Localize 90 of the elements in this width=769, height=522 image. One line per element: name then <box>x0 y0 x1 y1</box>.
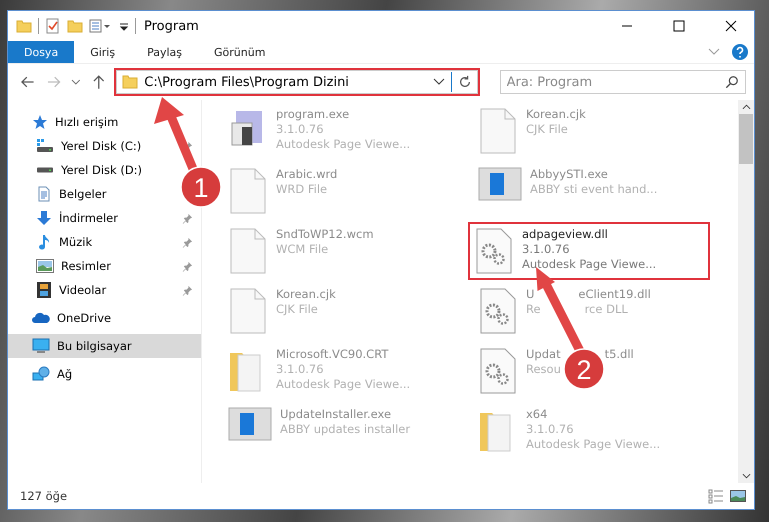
file-name: AbbyySTI.exe <box>530 167 609 182</box>
file-detail: WRD File <box>276 182 328 197</box>
scrollbar-thumb[interactable] <box>739 114 753 164</box>
sidebar-item[interactable]: Yerel Disk (D:) <box>8 158 158 182</box>
help-icon[interactable] <box>732 44 748 60</box>
file-name: UpdateInstaller.exe <box>280 407 392 422</box>
chevron-icon[interactable] <box>708 48 720 56</box>
file-item[interactable]: adpageview.dll 3.1.0.76 Autodesk Page Viewe... <box>470 224 708 278</box>
sidebar-item[interactable]: Belgeler <box>8 182 122 206</box>
sidebar-item[interactable]: Videolar <box>8 278 201 302</box>
blank-file-icon <box>478 107 518 155</box>
file-name: program.exe <box>276 107 350 122</box>
file-detail: Autodesk Page Viewe... <box>526 437 660 452</box>
file-detail: ABBY sti event hand... <box>530 182 658 197</box>
computer-icon <box>32 338 50 354</box>
file-name: SndToWP12.wcm <box>276 227 374 242</box>
drive-icon <box>36 167 54 173</box>
blank-file-icon <box>228 167 268 215</box>
file-detail: WCM File <box>276 242 330 257</box>
ribbon-tab[interactable]: Paylaş <box>131 41 198 63</box>
file-detail: 3.1.0.76 <box>522 242 571 257</box>
window-title: Program <box>143 18 199 34</box>
file-name: adpageview.dll <box>522 227 609 242</box>
back-arrow-icon[interactable] <box>20 74 36 90</box>
address-path: C:\Program Files\Program Dizini <box>144 74 349 90</box>
file-name: U <box>526 287 534 302</box>
file-detail: rce DLL <box>584 302 628 317</box>
refresh-icon[interactable] <box>458 75 472 89</box>
file-name: x64 <box>526 407 548 422</box>
file-detail: Re <box>526 302 541 317</box>
drive-icon <box>36 138 54 154</box>
file-detail: 3.1.0.76 <box>276 122 325 137</box>
file-name: Korean.cjk <box>276 287 336 302</box>
file-detail: Autodesk Page Viewe... <box>522 257 656 272</box>
scroll-down-icon[interactable] <box>742 473 750 479</box>
search-icon <box>725 75 740 89</box>
file-name: eClient19.dll <box>578 287 651 302</box>
blank-file-icon <box>228 287 268 335</box>
file-detail: 3.1.0.76 <box>276 362 325 377</box>
network-icon <box>32 366 50 382</box>
file-name: Updat <box>526 347 561 362</box>
details-view-icon[interactable] <box>708 488 724 504</box>
file-name: Arabic.wrd <box>276 167 338 182</box>
address-bar[interactable]: C:\Program Files\Program Dizini <box>116 70 478 94</box>
ribbon-tab[interactable]: Dosya <box>8 41 74 63</box>
blank-file-icon <box>228 227 268 275</box>
file-detail: 3.1.0.76 <box>526 422 575 437</box>
file-name: Korean.cjk <box>526 107 586 122</box>
sidebar-item[interactable]: OneDrive <box>8 306 126 330</box>
sidebar-item[interactable]: Müzik <box>8 230 201 254</box>
gear-file-icon <box>478 287 518 335</box>
step-badge: 2 <box>563 348 605 390</box>
document-icon <box>36 186 52 202</box>
ribbon-tab[interactable]: Görünüm <box>198 41 282 63</box>
sidebar-item[interactable]: Ağ <box>8 362 88 386</box>
application-icon <box>478 167 522 201</box>
star-icon <box>32 114 48 130</box>
view-dropdown-icon[interactable] <box>89 18 113 34</box>
folder-icon <box>122 74 138 90</box>
sidebar-item[interactable]: İndirmeler <box>8 206 201 230</box>
ribbon-tab[interactable]: Giriş <box>74 41 132 63</box>
item-count: 127 öğe <box>20 489 68 503</box>
sidebar-item[interactable]: Hızlı erişim <box>8 110 134 134</box>
download-arrow-icon <box>36 210 52 226</box>
scrollbar[interactable] <box>738 100 754 483</box>
search-field[interactable]: Ara: Program <box>500 70 746 94</box>
cloud-icon <box>32 312 50 324</box>
film-icon <box>36 282 52 298</box>
file-detail: CJK File <box>276 302 319 317</box>
file-detail: Autodesk Page Viewe... <box>276 137 410 152</box>
file-detail: Resou <box>526 362 561 377</box>
file-name: Microsoft.VC90.CRT <box>276 347 390 362</box>
gear-file-icon <box>474 227 514 275</box>
large-icons-view-icon[interactable] <box>730 488 746 504</box>
up-arrow-icon[interactable] <box>90 74 106 90</box>
gear-file-icon <box>478 347 518 395</box>
recent-dropdown-icon[interactable] <box>71 78 81 86</box>
picture-icon <box>36 259 54 273</box>
file-detail: CJK File <box>526 122 569 137</box>
file-detail: ABBY updates installer <box>280 422 410 437</box>
file-detail: Autodesk Page Viewe... <box>276 377 410 392</box>
music-note-icon <box>36 234 52 250</box>
scroll-up-icon[interactable] <box>742 104 750 110</box>
application-icon <box>228 407 272 441</box>
sidebar-item[interactable]: Resimler <box>8 254 201 278</box>
sidebar-item[interactable]: Bu bilgisayar <box>8 334 201 358</box>
dropdown-icon[interactable] <box>432 78 445 86</box>
file-name: t5.dll <box>604 347 634 362</box>
step-badge: 1 <box>180 166 222 208</box>
properties-icon[interactable] <box>45 18 61 34</box>
